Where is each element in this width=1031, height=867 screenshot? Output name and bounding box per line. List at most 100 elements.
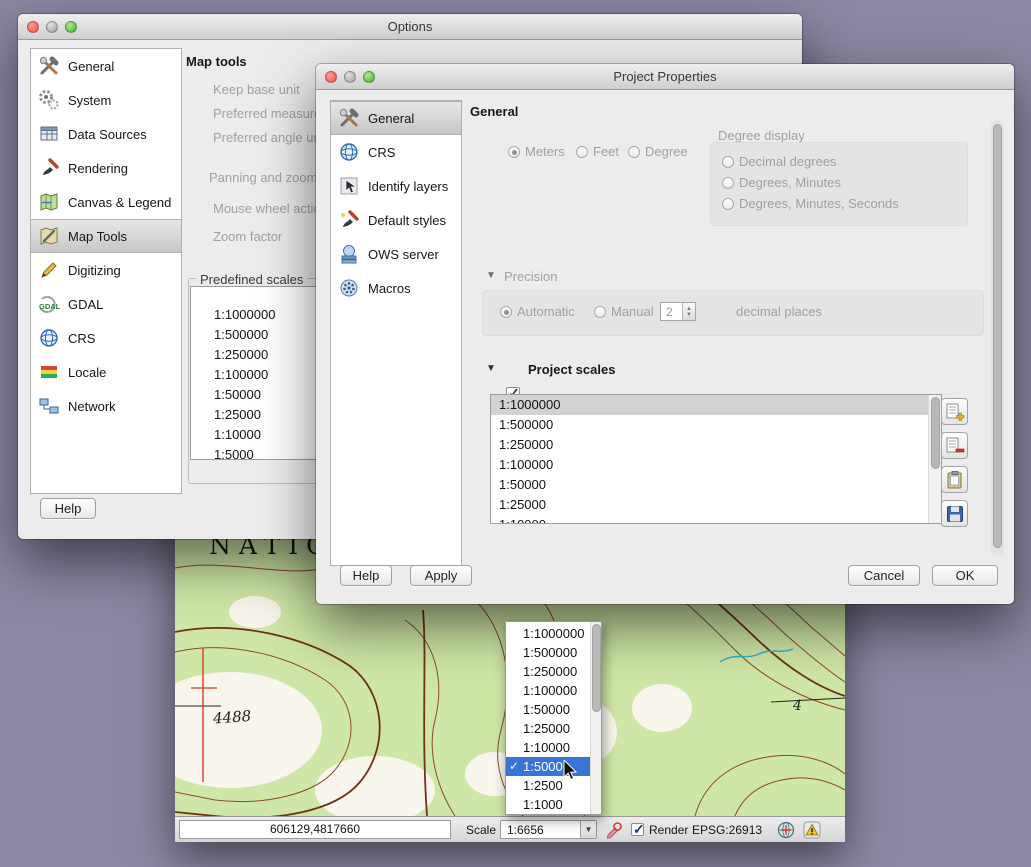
popup-scale-item[interactable]: 1:25000 — [506, 719, 601, 738]
sidebar-item-system[interactable]: System — [31, 83, 181, 117]
popup-scale-item[interactable]: 1:250000 — [506, 662, 601, 681]
sidebar-item-label: Identify layers — [368, 179, 448, 194]
scale-combobox[interactable]: 1:6656 ▼ — [500, 820, 597, 839]
sidebar-item-label: OWS server — [368, 247, 439, 262]
options-titlebar[interactable]: Options — [18, 14, 802, 40]
popup-scale-item[interactable]: 1:1000000 — [506, 624, 601, 643]
scale-combobox-button[interactable]: ▼ — [580, 821, 596, 838]
popup-scale-item[interactable]: 1:500000 — [506, 643, 601, 662]
sidebar-item-network[interactable]: Network — [31, 389, 181, 423]
panning-zooming-label: Panning and zoomi — [209, 170, 320, 185]
scrollbar[interactable] — [928, 395, 941, 523]
copy-scales-button[interactable] — [941, 466, 968, 493]
globe-icon — [338, 141, 360, 163]
map-clearing — [229, 596, 281, 628]
sidebar-item-label: Macros — [368, 281, 411, 296]
automatic-radio[interactable]: Automatic — [500, 304, 575, 319]
paintbrush-icon — [38, 157, 60, 179]
popup-scale-item[interactable]: 1:1000 — [506, 795, 601, 814]
scale-item[interactable]: 1:250000 — [491, 435, 941, 455]
table-icon — [38, 123, 60, 145]
options-section-header: Map tools — [186, 54, 247, 69]
pp-sidebar-item-default-styles[interactable]: Default styles — [331, 203, 461, 237]
zoom-button[interactable] — [363, 71, 375, 83]
scale-item-selected[interactable]: 1:1000000 — [491, 395, 941, 415]
project-properties-dialog: Project Properties General CRS Identify … — [316, 64, 1014, 604]
close-button[interactable] — [27, 21, 39, 33]
add-scale-button[interactable] — [941, 398, 968, 425]
pp-sidebar-item-ows-server[interactable]: OWS server — [331, 237, 461, 271]
meters-radio[interactable]: Meters — [508, 144, 565, 159]
network-icon — [38, 395, 60, 417]
map-icon — [38, 191, 60, 213]
popup-scrollbar[interactable] — [590, 622, 601, 814]
project-scales-list[interactable]: 1:1000000 1:500000 1:250000 1:100000 1:5… — [490, 394, 942, 524]
help-button[interactable]: Help — [340, 565, 392, 586]
sidebar-item-rendering[interactable]: Rendering — [31, 151, 181, 185]
popup-scrollbar-thumb[interactable] — [592, 624, 601, 712]
degrees-minutes-radio[interactable]: Degrees, Minutes — [722, 175, 841, 190]
precision-disclosure-icon[interactable]: ▼ — [486, 270, 496, 281]
save-scales-button[interactable] — [941, 500, 968, 527]
scale-item[interactable]: 1:25000 — [491, 495, 941, 515]
ok-button[interactable]: OK — [932, 565, 998, 586]
options-title: Options — [388, 19, 433, 34]
popup-scale-item[interactable]: 1:2500 — [506, 776, 601, 795]
minimize-button[interactable] — [46, 21, 58, 33]
window-controls — [27, 21, 77, 33]
popup-scale-item-selected[interactable]: ✓ 1:5000 — [506, 757, 601, 776]
help-button[interactable]: Help — [40, 498, 96, 519]
pp-sidebar-item-crs[interactable]: CRS — [331, 135, 461, 169]
sidebar-item-map-tools[interactable]: Map Tools — [31, 219, 181, 253]
close-button[interactable] — [325, 71, 337, 83]
scale-item[interactable]: 1:50000 — [491, 475, 941, 495]
zoom-button[interactable] — [65, 21, 77, 33]
mouse-cursor-icon — [563, 760, 579, 782]
sidebar-item-label: CRS — [368, 145, 395, 160]
manual-radio[interactable]: Manual — [594, 304, 654, 319]
dialog-scrollbar[interactable] — [991, 120, 1004, 556]
sidebar-item-locale[interactable]: Locale — [31, 355, 181, 389]
sidebar-item-gdal[interactable]: GDAL GDAL — [31, 287, 181, 321]
feet-radio[interactable]: Feet — [576, 144, 619, 159]
project-properties-titlebar[interactable]: Project Properties — [316, 64, 1014, 90]
pencil-icon — [38, 259, 60, 281]
scrollbar-thumb[interactable] — [931, 397, 940, 469]
popup-scale-item[interactable]: 1:50000 — [506, 700, 601, 719]
remove-scale-button[interactable] — [941, 432, 968, 459]
dialog-scrollbar-thumb[interactable] — [993, 124, 1002, 548]
sidebar-item-crs[interactable]: CRS — [31, 321, 181, 355]
messages-icon[interactable] — [803, 821, 821, 839]
scale-item[interactable]: 1:500000 — [491, 415, 941, 435]
pp-sidebar-item-general[interactable]: General — [331, 101, 461, 135]
apply-button[interactable]: Apply — [410, 565, 472, 586]
scale-item[interactable]: 1:100000 — [491, 455, 941, 475]
project-scales-disclosure-icon[interactable]: ▼ — [486, 363, 496, 374]
spinner-arrows-icon[interactable]: ▲▼ — [682, 303, 695, 320]
sidebar-item-label: GDAL — [68, 297, 103, 312]
coordinate-display[interactable]: 606129,4817660 — [179, 820, 451, 839]
degree-radio[interactable]: Degree — [628, 144, 688, 159]
radio-label: Manual — [611, 304, 654, 319]
window-controls — [325, 71, 375, 83]
decimal-places-label: decimal places — [736, 304, 822, 319]
sidebar-item-general[interactable]: General — [31, 49, 181, 83]
sidebar-item-canvas-legend[interactable]: Canvas & Legend — [31, 185, 181, 219]
decimal-degrees-radio[interactable]: Decimal degrees — [722, 154, 837, 169]
pp-sidebar-item-macros[interactable]: Macros — [331, 271, 461, 305]
sidebar-item-data-sources[interactable]: Data Sources — [31, 117, 181, 151]
cancel-button[interactable]: Cancel — [848, 565, 920, 586]
scale-item[interactable]: 1:10000 — [491, 515, 941, 524]
epsg-label: EPSG:26913 — [692, 823, 762, 837]
decimal-places-spinner[interactable]: 2 ▲▼ — [660, 302, 696, 321]
annotation-pen-icon[interactable] — [605, 821, 623, 839]
crs-status-icon[interactable] — [777, 821, 795, 839]
sidebar-item-digitizing[interactable]: Digitizing — [31, 253, 181, 287]
pp-sidebar-item-identify-layers[interactable]: Identify layers — [331, 169, 461, 203]
minimize-button[interactable] — [344, 71, 356, 83]
popup-scale-item[interactable]: 1:100000 — [506, 681, 601, 700]
render-checkbox[interactable] — [631, 823, 644, 836]
map-label-elevation: 4488 — [211, 707, 251, 728]
degrees-minutes-seconds-radio[interactable]: Degrees, Minutes, Seconds — [722, 196, 899, 211]
popup-scale-item[interactable]: 1:10000 — [506, 738, 601, 757]
